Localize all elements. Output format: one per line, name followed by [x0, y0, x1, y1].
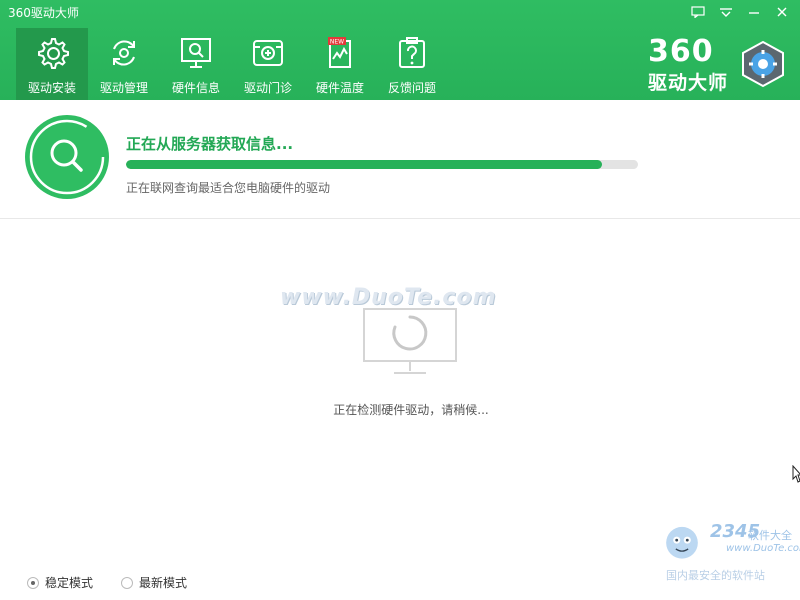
minimize-icon[interactable]: [744, 4, 764, 20]
detecting-text: 正在检测硬件驱动，请稍候...: [333, 403, 489, 417]
latest-mode-option[interactable]: 最新模式: [121, 574, 187, 591]
tab-driver-manage[interactable]: 驱动管理: [88, 28, 160, 100]
brand-logo: 360 驱动大师: [648, 34, 786, 94]
monitor-loading-icon: [362, 307, 458, 377]
latest-mode-radio[interactable]: [121, 576, 133, 589]
tab-hardware-temp[interactable]: NEW 硬件温度: [304, 28, 376, 100]
main-tabs: 驱动安装 驱动管理 硬件信息 驱动门诊 NEW 硬件温度 反馈问题: [16, 28, 448, 100]
status-title: 正在从服务器获取信息...: [126, 135, 294, 153]
window-controls: [688, 4, 792, 20]
title-bar: 360驱动大师 驱动安装 驱动管理 硬件信息 驱动门诊 NEW 硬件温度 反馈问…: [0, 0, 800, 100]
refresh-icon: [106, 35, 142, 71]
corner-text: 软件大全: [748, 529, 792, 542]
tab-label: 驱动门诊: [243, 81, 292, 95]
content-area: www.DuoTe.com 正在检测硬件驱动，请稍候...: [0, 219, 800, 561]
stable-mode-label: 稳定模式: [45, 576, 94, 590]
status-panel: 正在从服务器获取信息... 正在联网查询最适合您电脑硬件的驱动: [0, 100, 800, 219]
footer-bar: 稳定模式 最新模式: [0, 562, 800, 600]
window-title: 360驱动大师: [8, 6, 79, 20]
stable-mode-radio[interactable]: [27, 576, 39, 589]
corner-url: www.DuoTe.com: [726, 543, 800, 554]
stable-mode-option[interactable]: 稳定模式: [27, 574, 93, 591]
tab-label: 硬件温度: [315, 81, 364, 95]
tab-label: 反馈问题: [387, 81, 436, 95]
latest-mode-label: 最新模式: [139, 576, 188, 590]
status-subtitle: 正在联网查询最适合您电脑硬件的驱动: [126, 181, 331, 195]
brand-name: 驱动大师: [648, 72, 729, 94]
thermometer-new-icon: NEW: [322, 35, 358, 71]
close-icon[interactable]: [772, 4, 792, 20]
feedback-icon[interactable]: [688, 4, 708, 20]
tab-label: 硬件信息: [171, 81, 220, 95]
tab-feedback[interactable]: 反馈问题: [376, 28, 448, 100]
search-icon: [24, 114, 110, 200]
tab-hardware-info[interactable]: 硬件信息: [160, 28, 232, 100]
gear-icon: [34, 35, 70, 71]
tab-driver-install[interactable]: 驱动安装: [16, 28, 88, 100]
mascot-icon: [666, 526, 698, 559]
brand-gear-icon: [740, 40, 786, 88]
progress-bar: [126, 160, 638, 169]
mouse-cursor-icon: [792, 464, 800, 485]
brand-number: 360: [648, 34, 714, 69]
tab-label: 驱动安装: [27, 81, 76, 95]
menu-icon[interactable]: [716, 4, 736, 20]
tab-label: 驱动管理: [99, 81, 148, 95]
progress-fill: [126, 160, 603, 169]
svg-text:NEW: NEW: [330, 39, 344, 46]
clinic-icon: [250, 35, 286, 71]
tab-driver-clinic[interactable]: 驱动门诊: [232, 28, 304, 100]
monitor-search-icon: [178, 35, 214, 71]
question-icon: [394, 35, 430, 71]
